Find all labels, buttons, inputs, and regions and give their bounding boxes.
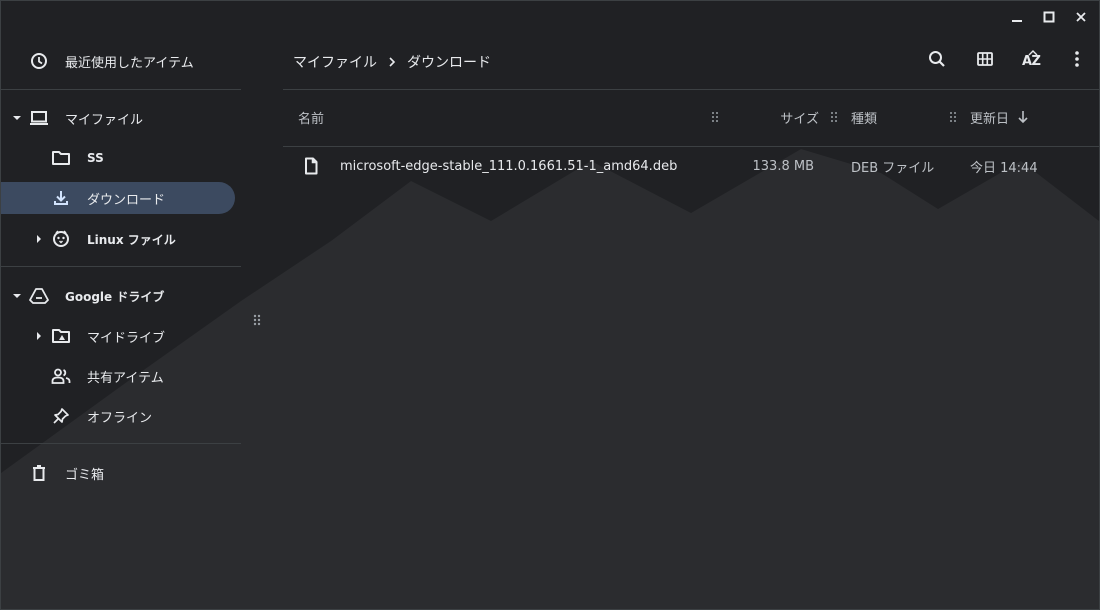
column-header-label: 更新日 bbox=[970, 111, 1010, 127]
maximize-button[interactable] bbox=[1033, 5, 1065, 29]
grid-view-icon bbox=[976, 50, 994, 72]
expand-arrow-icon[interactable] bbox=[11, 290, 23, 302]
sidebar-item-label: マイファイル bbox=[65, 112, 144, 128]
folder-icon bbox=[51, 148, 71, 168]
window-controls bbox=[1001, 5, 1097, 29]
trash-icon bbox=[29, 463, 49, 483]
grid-view-button[interactable] bbox=[961, 45, 1009, 77]
sidebar-item-label: SS bbox=[87, 151, 104, 165]
divider bbox=[283, 89, 1099, 90]
column-resize-handle[interactable] bbox=[830, 111, 838, 123]
sidebar-item-downloads[interactable]: ダウンロード bbox=[1, 182, 235, 214]
chevron-right-icon bbox=[377, 56, 407, 68]
divider bbox=[283, 146, 1099, 147]
sidebar-item-label: Linux ファイル bbox=[87, 232, 176, 247]
close-button[interactable] bbox=[1065, 5, 1097, 29]
divider bbox=[1, 89, 241, 90]
minimize-icon bbox=[1012, 20, 1022, 22]
expand-arrow-icon[interactable] bbox=[33, 233, 45, 245]
more-options-button[interactable] bbox=[1057, 45, 1097, 77]
sidebar-item-label: 共有アイテム bbox=[87, 370, 164, 386]
sidebar-item-label: マイドライブ bbox=[87, 330, 166, 346]
divider bbox=[1, 266, 241, 267]
sidebar-item-my-drive[interactable]: マイドライブ bbox=[1, 320, 235, 352]
toolbar: AZ bbox=[913, 45, 1097, 77]
search-button[interactable] bbox=[913, 45, 961, 77]
sort-arrow-down-icon bbox=[1017, 110, 1029, 124]
files-app-window: 最近使用したアイテム マイファイル SS ダウンロード Linux ファイル G… bbox=[0, 0, 1100, 610]
breadcrumb: マイファイル ダウンロード bbox=[293, 51, 491, 73]
column-header-name[interactable]: 名前 bbox=[298, 107, 324, 127]
sidebar-item-recent[interactable]: 最近使用したアイテム bbox=[1, 45, 235, 77]
sidebar-item-shared[interactable]: 共有アイテム bbox=[1, 360, 235, 392]
sidebar-item-label: ダウンロード bbox=[87, 192, 166, 208]
column-header-type[interactable]: 種類 bbox=[851, 107, 877, 127]
sort-label: AZ bbox=[1022, 54, 1041, 69]
more-vert-icon bbox=[1074, 50, 1080, 72]
sidebar-item-my-files[interactable]: マイファイル bbox=[1, 102, 235, 134]
sort-az-icon: AZ bbox=[1022, 50, 1044, 71]
linux-penguin-icon bbox=[51, 229, 71, 249]
file-name: microsoft-edge-stable_111.0.1661.51-1_am… bbox=[340, 158, 678, 174]
google-drive-icon bbox=[29, 286, 49, 306]
file-icon bbox=[303, 151, 323, 181]
expand-arrow-icon[interactable] bbox=[33, 330, 45, 342]
table-row[interactable]: microsoft-edge-stable_111.0.1661.51-1_am… bbox=[291, 151, 1091, 181]
file-modified: 今日 14:44 bbox=[970, 160, 1038, 176]
close-icon bbox=[1076, 12, 1086, 22]
breadcrumb-item-my-files[interactable]: マイファイル bbox=[293, 52, 377, 72]
search-icon bbox=[928, 50, 946, 72]
sort-button[interactable]: AZ bbox=[1009, 45, 1057, 77]
sidebar-resize-handle[interactable] bbox=[252, 314, 262, 330]
laptop-icon bbox=[29, 108, 49, 128]
sidebar-item-label: オフライン bbox=[87, 410, 153, 426]
shared-drive-folder-icon bbox=[51, 326, 71, 346]
column-header-modified[interactable]: 更新日 bbox=[970, 107, 1029, 127]
breadcrumb-item-current[interactable]: ダウンロード bbox=[407, 52, 491, 72]
clock-icon bbox=[29, 51, 49, 71]
column-resize-handle[interactable] bbox=[949, 111, 957, 123]
column-resize-handle[interactable] bbox=[711, 111, 719, 123]
sidebar-item-linux-files[interactable]: Linux ファイル bbox=[1, 223, 235, 255]
file-size: 133.8 MB bbox=[752, 158, 814, 174]
sidebar-item-label: ゴミ箱 bbox=[65, 467, 105, 483]
sidebar-item-google-drive[interactable]: Google ドライブ bbox=[1, 280, 235, 312]
maximize-icon bbox=[1043, 11, 1055, 23]
people-icon bbox=[51, 366, 71, 386]
download-icon bbox=[51, 188, 71, 208]
sidebar-item-offline[interactable]: オフライン bbox=[1, 400, 235, 432]
expand-arrow-icon[interactable] bbox=[11, 112, 23, 124]
sidebar-item-label: Google ドライブ bbox=[65, 289, 165, 304]
column-header-size[interactable]: サイズ bbox=[777, 107, 819, 127]
sidebar-item-label: 最近使用したアイテム bbox=[65, 55, 194, 71]
file-type: DEB ファイル bbox=[851, 160, 935, 176]
sidebar-item-trash[interactable]: ゴミ箱 bbox=[1, 457, 235, 489]
minimize-button[interactable] bbox=[1001, 5, 1033, 29]
sidebar-item-ss[interactable]: SS bbox=[1, 142, 235, 174]
pin-icon bbox=[51, 406, 71, 426]
divider bbox=[1, 443, 241, 444]
